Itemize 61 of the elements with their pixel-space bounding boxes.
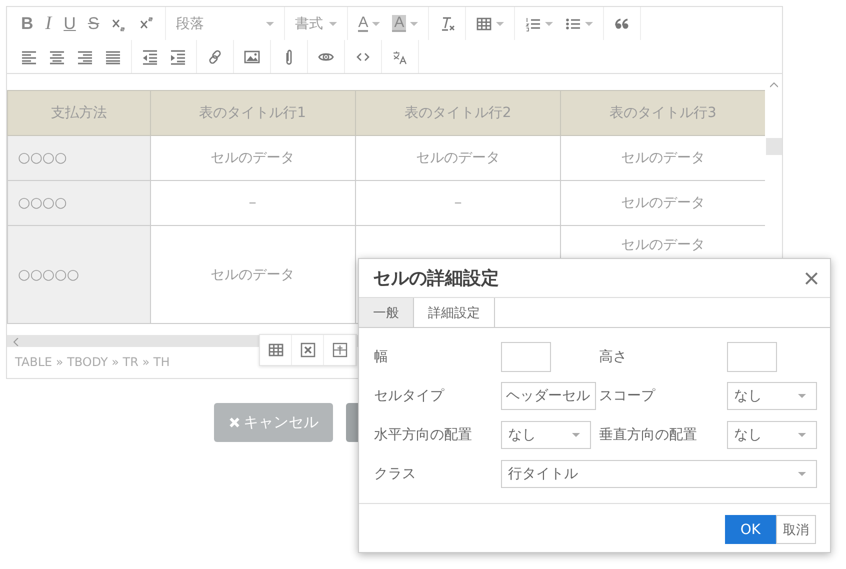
table-cell: セルのデータ <box>150 136 356 180</box>
align-center-icon[interactable] <box>49 48 65 64</box>
scroll-left-icon[interactable] <box>13 338 19 346</box>
field-label: 水平方向の配置 <box>374 426 473 444</box>
caret-icon <box>798 433 806 437</box>
table-properties-icon[interactable] <box>268 342 284 358</box>
dialog-title: セルの詳細設定 <box>373 267 499 290</box>
tab[interactable]: 一般 <box>359 298 414 327</box>
column-header: 支払方法 <box>8 90 150 136</box>
input-field[interactable] <box>501 342 551 372</box>
close-icon <box>228 417 240 428</box>
select-field[interactable]: 行タイトル <box>501 460 817 488</box>
image-icon[interactable] <box>244 48 260 64</box>
insert-row-icon[interactable] <box>332 342 348 358</box>
field-label: セルタイプ <box>374 387 446 405</box>
format-dropdown[interactable]: 段落 <box>170 10 280 36</box>
caret-icon <box>572 433 580 437</box>
close-icon[interactable] <box>805 272 818 284</box>
caret-icon <box>266 22 274 26</box>
input-field[interactable] <box>727 342 777 372</box>
format-dropdown[interactable]: 書式 <box>289 10 344 36</box>
select-field[interactable]: なし <box>727 382 817 410</box>
caret-icon <box>798 394 806 398</box>
align-right-icon[interactable] <box>77 48 93 64</box>
table-cell: ○○○○○ <box>8 226 150 324</box>
bullet-list-icon[interactable] <box>565 16 582 32</box>
field-label: 高さ <box>599 348 628 366</box>
align-left-icon[interactable] <box>21 48 37 64</box>
column-header: 表のタイトル行3 <box>560 90 765 136</box>
table-cell: セルのデータ <box>150 226 356 324</box>
ok-button[interactable]: OK <box>725 515 776 544</box>
caret-icon <box>329 22 338 26</box>
link-icon[interactable] <box>207 48 223 64</box>
indent-icon[interactable] <box>170 48 186 64</box>
field-label: 幅 <box>374 348 389 366</box>
numbered-list-icon[interactable] <box>525 16 542 32</box>
select-field[interactable]: なし <box>727 421 817 449</box>
table-cell: ○○○○ <box>8 180 150 226</box>
element-path: TABLE » TBODY » TR » TH <box>15 354 170 371</box>
field-label: クラス <box>374 465 417 483</box>
caret-icon <box>798 472 806 476</box>
column-header: 表のタイトル行1 <box>150 90 356 136</box>
translate-icon[interactable] <box>392 48 408 64</box>
select-field[interactable]: ヘッダーセル <box>501 382 596 410</box>
table-cell: ○○○○ <box>8 136 150 180</box>
cancel-button[interactable]: 取消 <box>776 515 816 544</box>
table-cell: － <box>150 180 356 226</box>
justify-icon[interactable] <box>105 48 121 64</box>
select-field[interactable]: なし <box>501 421 591 449</box>
quote-icon[interactable] <box>614 16 630 32</box>
delete-table-icon[interactable] <box>300 342 316 358</box>
column-header: 表のタイトル行2 <box>355 90 560 136</box>
scrollbar-thumb[interactable] <box>766 138 782 155</box>
table-cell: セルのデータ <box>355 136 560 180</box>
table-icon[interactable] <box>476 16 492 32</box>
outdent-icon[interactable] <box>142 48 158 64</box>
table-cell: － <box>355 180 560 226</box>
clear-format-icon[interactable] <box>439 16 456 32</box>
field-label: 垂直方向の配置 <box>599 426 698 444</box>
field-label: スコープ <box>599 387 656 405</box>
scroll-up-icon[interactable] <box>770 82 778 88</box>
